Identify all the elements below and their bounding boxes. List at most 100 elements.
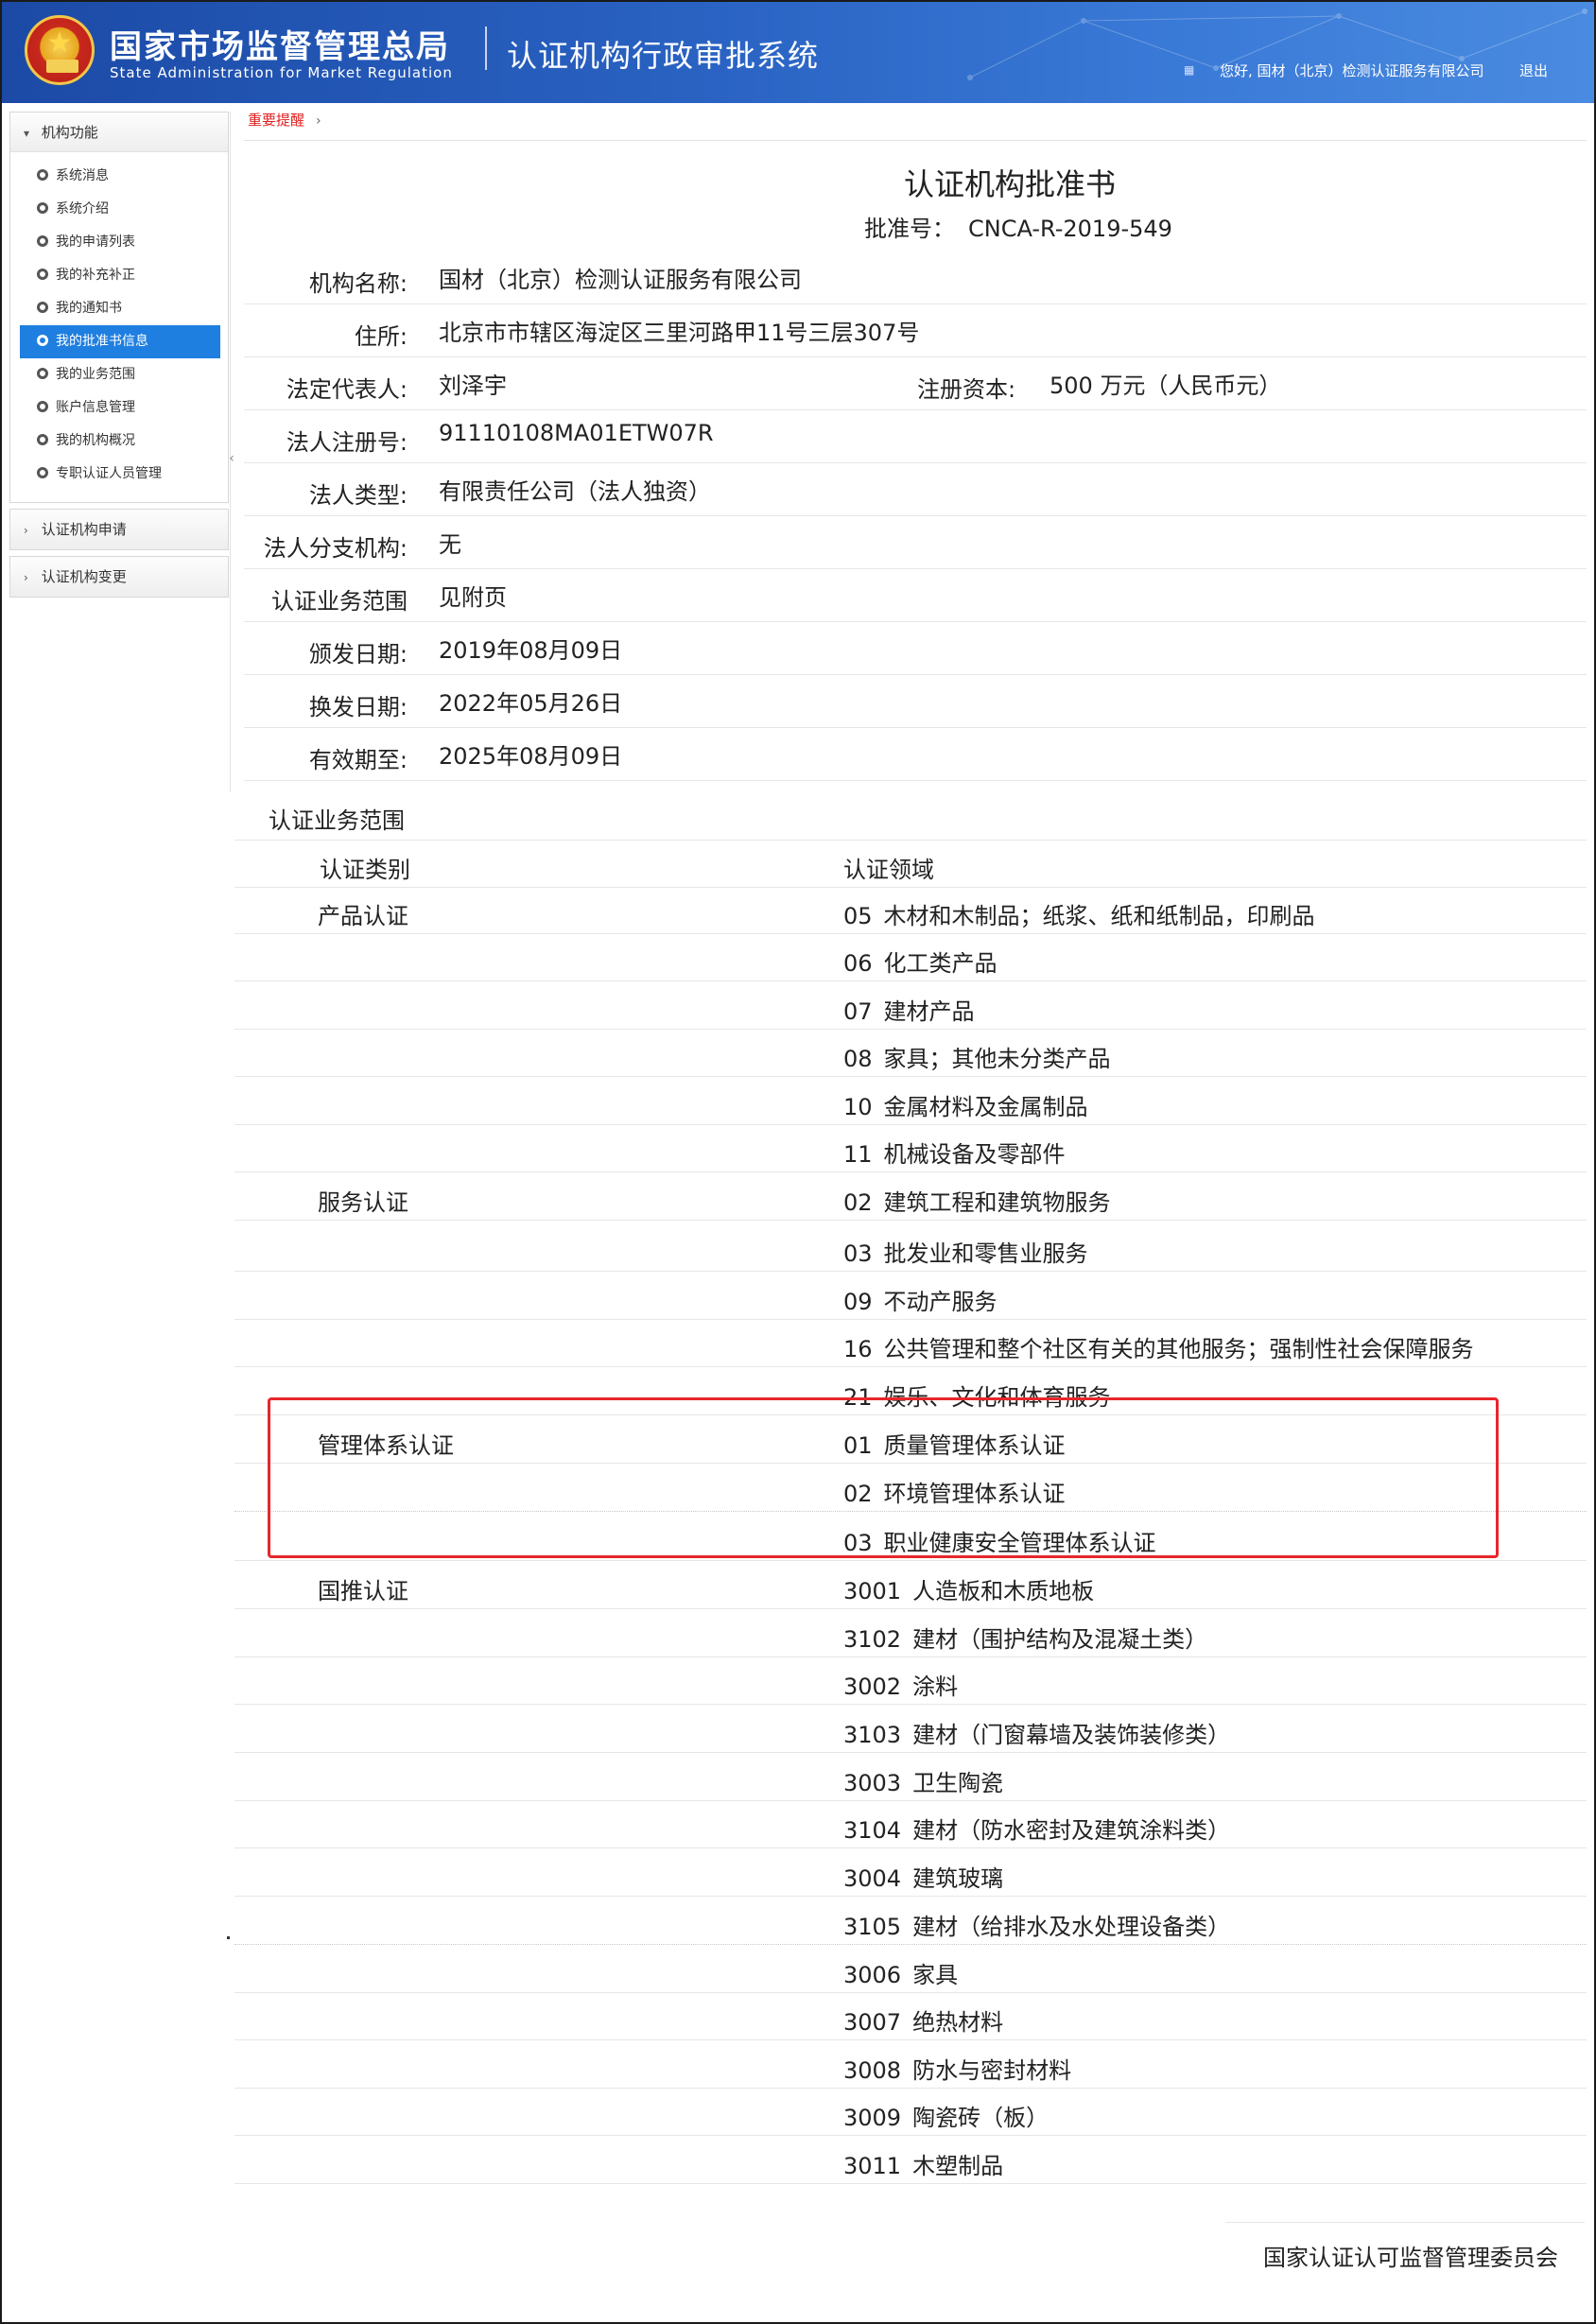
scope-field: 05 木材和木制品；纸浆、纸和纸制品，印刷品	[843, 897, 1315, 930]
field-label: 认证业务范围	[271, 588, 408, 615]
scope-field-code: 16	[843, 1336, 873, 1362]
info-row-renew-date: 换发日期: 2022年05月26日	[244, 675, 1587, 728]
scope-field-code: 3008	[843, 2057, 902, 2084]
scope-field: 11 机械设备及零部件	[843, 1136, 1066, 1169]
table-row: 3104 建材（防水密封及建筑涂料类）	[234, 1800, 1587, 1848]
sidebar-item-staff-management[interactable]: 专职认证人员管理	[20, 458, 220, 491]
scope-field-name: 人造板和木质地板	[912, 1578, 1095, 1604]
sidebar-item-system-intro[interactable]: 系统介绍	[20, 193, 220, 226]
breadcrumb[interactable]: 重要提醒 ›	[248, 110, 321, 130]
sidebar-group-header[interactable]: ▾ 机构功能	[10, 113, 228, 152]
column-header-field: 认证领域	[843, 857, 934, 883]
bullet-circle-icon	[37, 467, 48, 478]
scope-field-code: 11	[843, 1141, 873, 1168]
field-value: 2022年05月26日	[439, 690, 623, 717]
scope-field-name: 金属材料及金属制品	[883, 1094, 1088, 1120]
sidebar-item-my-applications[interactable]: 我的申请列表	[20, 226, 220, 259]
footer-issuer: 国家认证认可监督管理委员会	[1263, 2245, 1558, 2271]
scope-field: 10 金属材料及金属制品	[843, 1088, 1088, 1121]
table-row: 03 批发业和零售业服务	[234, 1223, 1587, 1272]
info-row-legal-rep: 法定代表人: 刘泽宇 注册资本: 500 万元（人民币元）	[244, 357, 1587, 410]
field-label: 法人注册号:	[286, 429, 408, 456]
field-value: 刘泽宇	[439, 373, 507, 399]
scope-field: 3004 建筑玻璃	[843, 1860, 1003, 1893]
scope-field-name: 绝热材料	[912, 2009, 1004, 2036]
highlight-box-management-system	[268, 1397, 1499, 1558]
sidebar-item-my-supplements[interactable]: 我的补充补正	[20, 259, 220, 292]
scope-field-name: 不动产服务	[883, 1289, 998, 1315]
system-title: 认证机构行政审批系统	[507, 38, 820, 74]
sidebar-group-cert-change[interactable]: › 认证机构变更	[9, 556, 229, 598]
field-label: 换发日期:	[308, 694, 408, 720]
field-label: 注册资本:	[917, 376, 1016, 403]
scope-field-code: 02	[843, 1189, 873, 1216]
sidebar-item-account-management[interactable]: 账户信息管理	[20, 391, 220, 425]
sidebar-item-list: 系统消息 系统介绍 我的申请列表 我的补充补正 我的通知书 我的批准书信息 我的…	[10, 152, 228, 502]
field-label: 法人类型:	[308, 482, 408, 509]
scope-field-code: 3104	[843, 1817, 902, 1844]
sidebar: ▾ 机构功能 系统消息 系统介绍 我的申请列表 我的补充补正 我的通知书 我的批…	[9, 112, 229, 598]
field-value: 见附页	[439, 584, 507, 611]
table-row: 3011 木塑制品	[234, 2136, 1587, 2184]
scope-field-code: 3105	[843, 1914, 902, 1940]
welcome-user-text: 您好, 国材（北京）检测认证服务有限公司	[1220, 62, 1484, 79]
footer-divider	[1225, 2222, 1585, 2223]
table-row: 3008 防水与密封材料	[234, 2040, 1587, 2089]
sidebar-item-my-notices[interactable]: 我的通知书	[20, 292, 220, 325]
info-row-valid-until: 有效期至: 2025年08月09日	[244, 728, 1587, 781]
scope-field-name: 家具；其他未分类产品	[883, 1046, 1111, 1072]
sidebar-collapse-handle-icon[interactable]: ‹	[227, 444, 236, 473]
scope-field-code: 3007	[843, 2009, 902, 2036]
bullet-circle-icon	[37, 335, 48, 346]
info-row-issue-date: 颁发日期: 2019年08月09日	[244, 622, 1587, 675]
scope-field-name: 防水与密封材料	[912, 2057, 1072, 2084]
scope-field: 08 家具；其他未分类产品	[843, 1040, 1111, 1073]
scope-field-name: 卫生陶瓷	[912, 1770, 1004, 1796]
table-row: 3003 卫生陶瓷	[234, 1753, 1587, 1801]
table-row: 3009 陶瓷砖（板）	[234, 2088, 1587, 2136]
scope-field: 3002 涂料	[843, 1668, 958, 1701]
field-label: 颁发日期:	[308, 641, 408, 668]
scope-field-code: 05	[843, 903, 873, 929]
chevron-right-icon: ›	[316, 113, 321, 129]
sidebar-item-org-overview[interactable]: 我的机构概况	[20, 425, 220, 458]
scope-field-name: 木塑制品	[912, 2153, 1004, 2179]
scope-field: 3008 防水与密封材料	[843, 2052, 1071, 2085]
document-title: 认证机构批准书	[904, 166, 1117, 202]
scope-field: 3102 建材（围护结构及混凝土类）	[843, 1621, 1207, 1654]
scope-field: 07 建材产品	[843, 993, 975, 1026]
field-value: 无	[439, 531, 461, 558]
field-label: 机构名称:	[308, 270, 408, 297]
table-row: 3105 建材（给排水及水处理设备类）	[234, 1897, 1587, 1945]
scope-field-name: 建材（给排水及水处理设备类）	[912, 1914, 1231, 1940]
scope-field-code: 3006	[843, 1962, 902, 1988]
scope-field-name: 建筑玻璃	[912, 1865, 1004, 1892]
logout-link[interactable]: 退出	[1519, 61, 1548, 80]
scope-category: 服务认证	[318, 1189, 408, 1216]
sidebar-item-my-business-scope[interactable]: 我的业务范围	[20, 358, 220, 391]
table-row: 10 金属材料及金属制品	[234, 1077, 1587, 1125]
sidebar-item-system-messages[interactable]: 系统消息	[20, 160, 220, 193]
bullet-circle-icon	[37, 202, 48, 214]
scope-field-name: 陶瓷砖（板）	[912, 2105, 1050, 2131]
scope-field: 16 公共管理和整个社区有关的其他服务；强制性社会保障服务	[843, 1330, 1474, 1363]
scope-field-name: 机械设备及零部件	[883, 1141, 1066, 1168]
table-row: 11 机械设备及零部件	[234, 1124, 1587, 1172]
scope-field: 02 建筑工程和建筑物服务	[843, 1184, 1111, 1217]
field-label: 法人分支机构:	[263, 535, 408, 562]
breadcrumb-divider	[244, 140, 1587, 141]
field-label: 住所:	[354, 323, 408, 350]
bullet-circle-icon	[37, 434, 48, 445]
table-row: 服务认证 02 建筑工程和建筑物服务	[234, 1172, 1587, 1221]
scope-field: 09 不动产服务	[843, 1283, 998, 1316]
table-row: 07 建材产品	[234, 981, 1587, 1030]
info-row-branch: 法人分支机构: 无	[244, 516, 1587, 569]
bullet-circle-icon	[37, 368, 48, 379]
approval-number: 批准号： CNCA-R-2019-549	[864, 210, 1172, 243]
sidebar-item-my-approval-info[interactable]: 我的批准书信息	[20, 325, 220, 358]
sidebar-group-cert-application[interactable]: › 认证机构申请	[9, 509, 229, 550]
bullet-circle-icon	[37, 235, 48, 247]
national-emblem-icon: ★	[25, 15, 95, 85]
field-label: 有效期至:	[308, 747, 408, 773]
scope-field-name: 家具	[912, 1962, 959, 1988]
